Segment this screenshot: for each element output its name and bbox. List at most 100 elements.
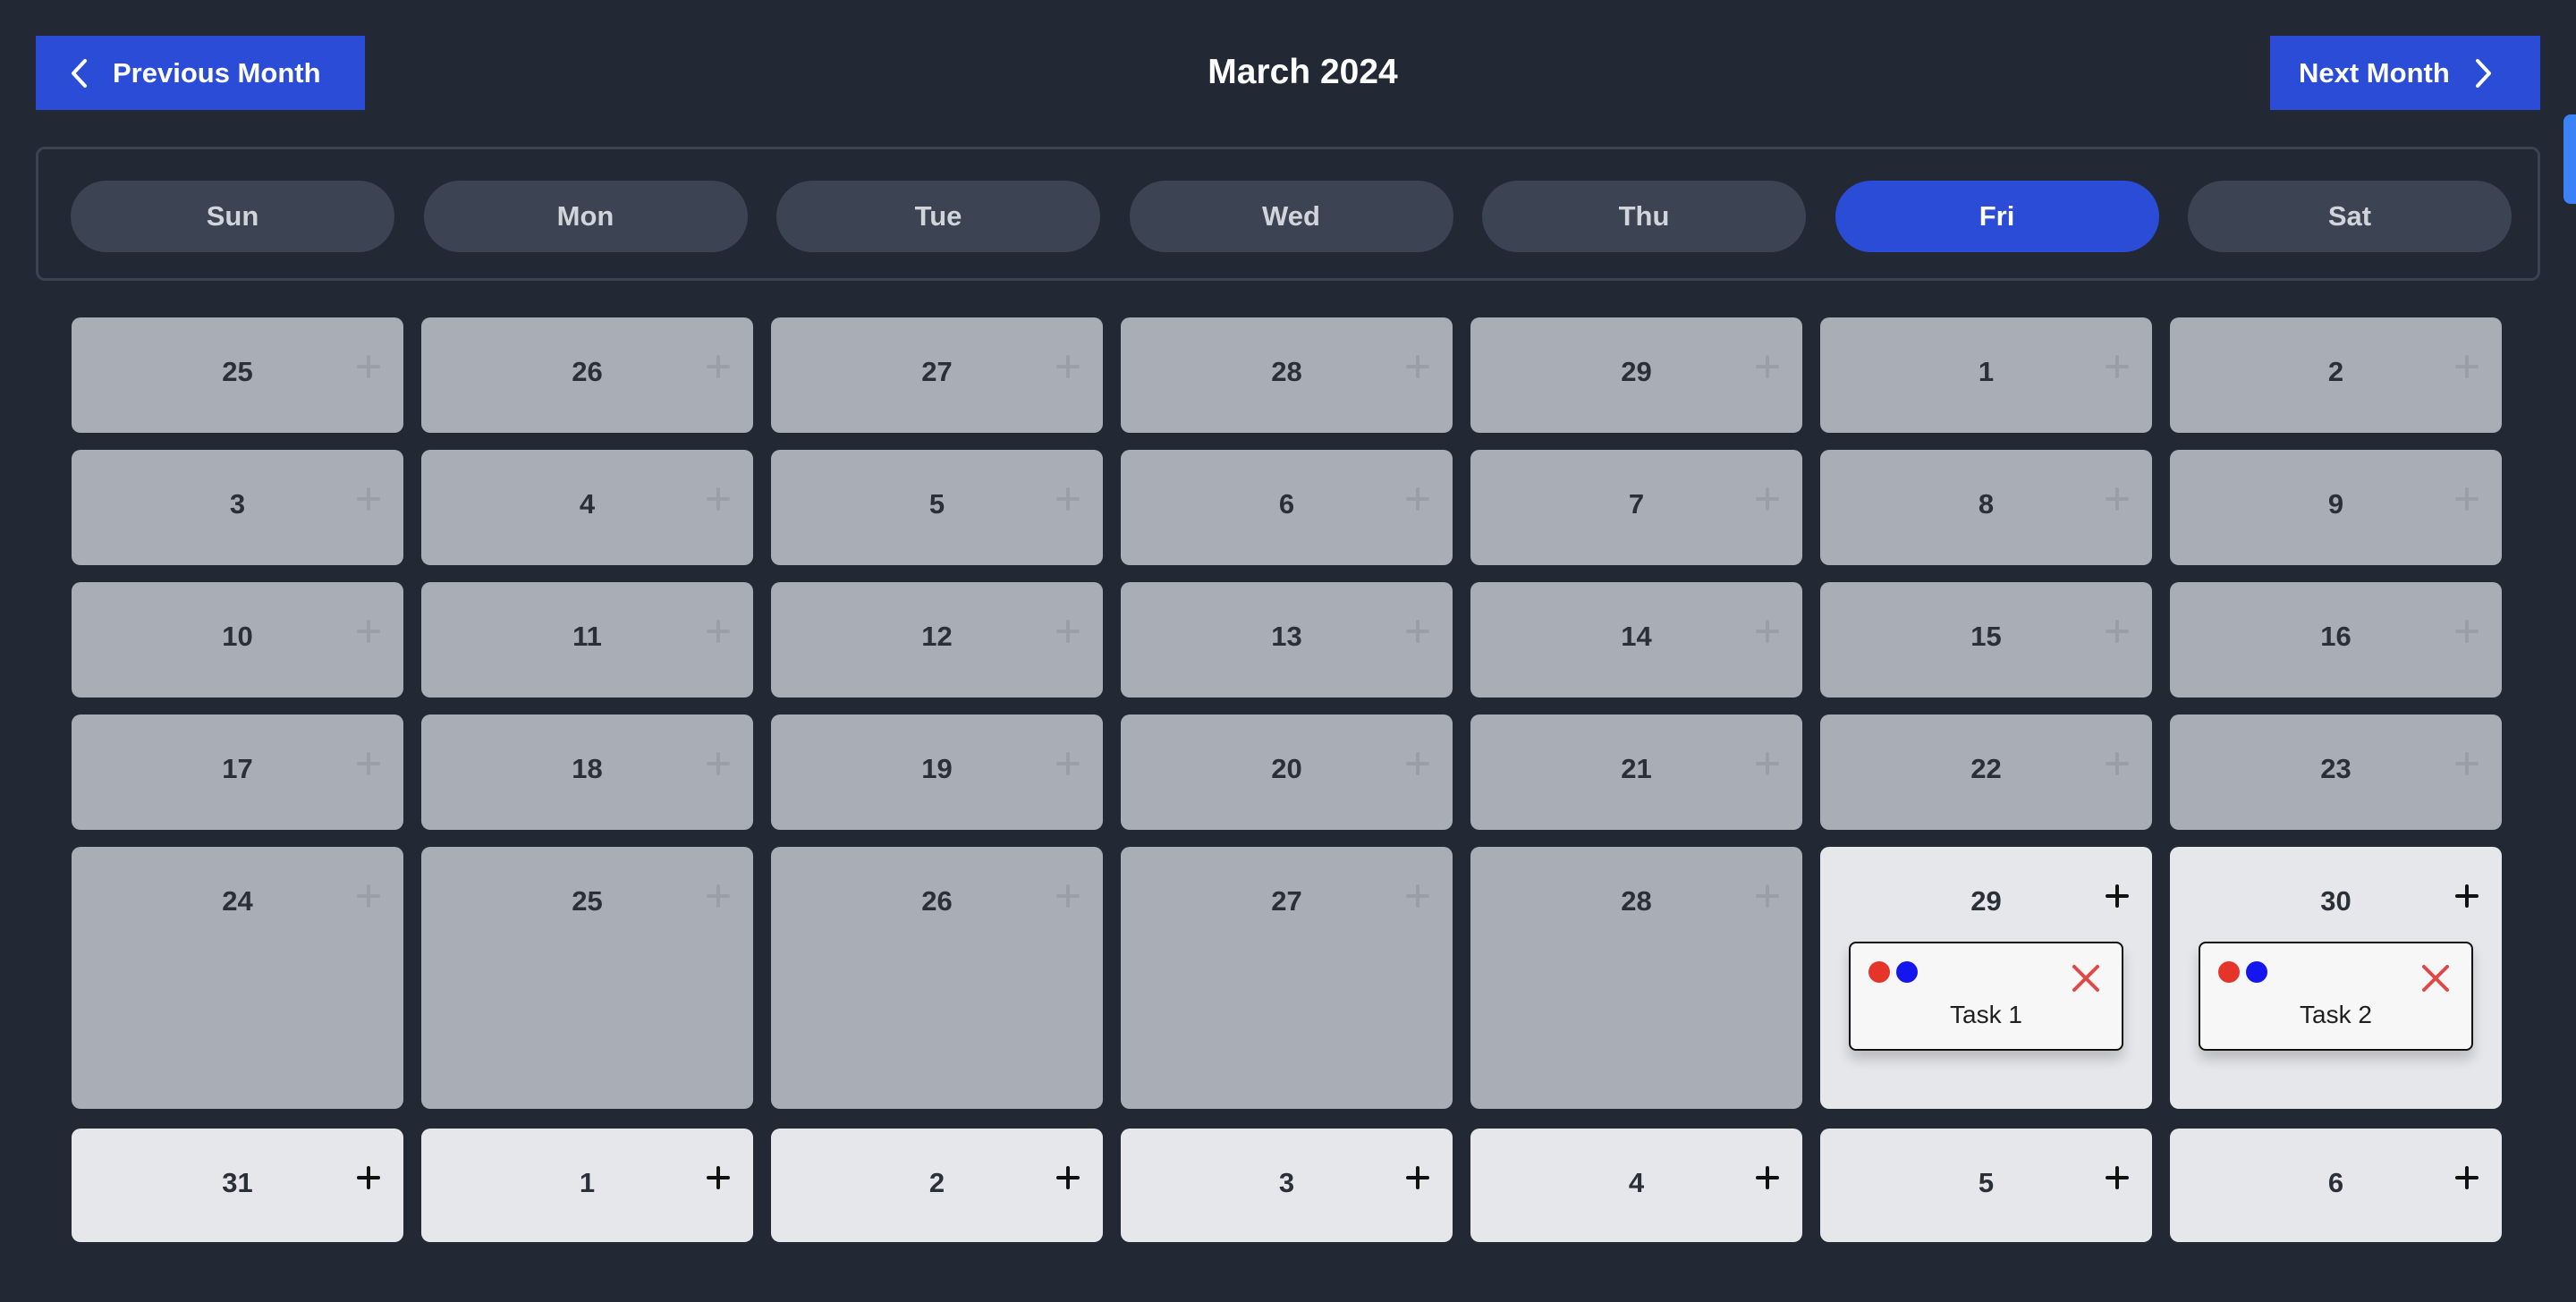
chevron-right-icon — [2475, 58, 2491, 88]
weekday-tue[interactable]: Tue — [776, 181, 1100, 252]
next-month-button[interactable]: Next Month — [2270, 36, 2540, 110]
day-cell[interactable]: 15 — [1820, 582, 2152, 698]
day-cell[interactable]: 25 — [72, 317, 403, 433]
add-task-plus-icon[interactable] — [1054, 485, 1082, 513]
red-dot-icon — [1868, 961, 1890, 983]
add-task-plus-icon[interactable] — [2103, 617, 2131, 646]
add-task-plus-icon[interactable] — [1753, 617, 1782, 646]
weekday-wed[interactable]: Wed — [1129, 181, 1453, 252]
day-cell[interactable]: 31 — [72, 1129, 403, 1242]
day-cell[interactable]: 29 Task 1 — [1820, 847, 2152, 1109]
day-cell[interactable]: 3 — [1121, 1129, 1453, 1242]
day-cell[interactable]: 26 — [771, 847, 1103, 1109]
add-task-plus-icon[interactable] — [1753, 882, 1782, 910]
add-task-plus-icon[interactable] — [354, 617, 383, 646]
add-task-plus-icon[interactable] — [1753, 485, 1782, 513]
add-task-plus-icon[interactable] — [1403, 352, 1432, 381]
task-card[interactable]: Task 2 — [2199, 942, 2473, 1051]
add-task-plus-icon[interactable] — [2453, 1163, 2481, 1192]
day-cell[interactable]: 2 — [2170, 317, 2502, 433]
weekday-sun[interactable]: Sun — [71, 181, 394, 252]
add-task-plus-icon[interactable] — [1403, 882, 1432, 910]
day-cell[interactable]: 23 — [2170, 714, 2502, 830]
add-task-plus-icon[interactable] — [1054, 749, 1082, 778]
add-task-plus-icon[interactable] — [1403, 1163, 1432, 1192]
add-task-plus-icon[interactable] — [2453, 749, 2481, 778]
add-task-plus-icon[interactable] — [354, 485, 383, 513]
add-task-plus-icon[interactable] — [704, 882, 733, 910]
day-cell[interactable]: 9 — [2170, 450, 2502, 565]
weekday-mon[interactable]: Mon — [423, 181, 748, 252]
day-cell[interactable]: 19 — [771, 714, 1103, 830]
add-task-plus-icon[interactable] — [354, 882, 383, 910]
day-cell[interactable]: 26 — [421, 317, 753, 433]
add-task-plus-icon[interactable] — [2453, 617, 2481, 646]
day-cell[interactable]: 4 — [421, 450, 753, 565]
day-cell[interactable]: 3 — [72, 450, 403, 565]
add-task-plus-icon[interactable] — [354, 1163, 383, 1192]
day-cell[interactable]: 20 — [1121, 714, 1453, 830]
day-cell[interactable]: 12 — [771, 582, 1103, 698]
add-task-plus-icon[interactable] — [1054, 352, 1082, 381]
day-cell[interactable]: 24 — [72, 847, 403, 1109]
day-cell[interactable]: 22 — [1820, 714, 2152, 830]
day-cell[interactable]: 29 — [1470, 317, 1802, 433]
day-cell[interactable]: 1 — [1820, 317, 2152, 433]
day-cell[interactable]: 2 — [771, 1129, 1103, 1242]
add-task-plus-icon[interactable] — [354, 749, 383, 778]
add-task-plus-icon[interactable] — [1753, 1163, 1782, 1192]
day-cell[interactable]: 13 — [1121, 582, 1453, 698]
close-icon[interactable] — [2420, 963, 2451, 993]
day-cell[interactable]: 17 — [72, 714, 403, 830]
day-cell[interactable]: 8 — [1820, 450, 2152, 565]
day-cell[interactable]: 27 — [1121, 847, 1453, 1109]
day-cell[interactable]: 14 — [1470, 582, 1802, 698]
add-task-plus-icon[interactable] — [1753, 352, 1782, 381]
add-task-plus-icon[interactable] — [704, 749, 733, 778]
add-task-plus-icon[interactable] — [2453, 882, 2481, 910]
add-task-plus-icon[interactable] — [1403, 485, 1432, 513]
scrollbar-thumb[interactable] — [2563, 114, 2576, 204]
day-cell[interactable]: 27 — [771, 317, 1103, 433]
day-cell[interactable]: 30 Task 2 — [2170, 847, 2502, 1109]
add-task-plus-icon[interactable] — [1753, 749, 1782, 778]
add-task-plus-icon[interactable] — [2453, 352, 2481, 381]
add-task-plus-icon[interactable] — [704, 1163, 733, 1192]
add-task-plus-icon[interactable] — [354, 352, 383, 381]
day-cell[interactable]: 28 — [1470, 847, 1802, 1109]
day-cell[interactable]: 11 — [421, 582, 753, 698]
add-task-plus-icon[interactable] — [1403, 617, 1432, 646]
day-cell[interactable]: 5 — [771, 450, 1103, 565]
day-cell[interactable]: 16 — [2170, 582, 2502, 698]
add-task-plus-icon[interactable] — [2453, 485, 2481, 513]
day-cell[interactable]: 18 — [421, 714, 753, 830]
day-cell[interactable]: 1 — [421, 1129, 753, 1242]
add-task-plus-icon[interactable] — [1403, 749, 1432, 778]
add-task-plus-icon[interactable] — [2103, 749, 2131, 778]
day-cell[interactable]: 28 — [1121, 317, 1453, 433]
day-cell[interactable]: 6 — [2170, 1129, 2502, 1242]
add-task-plus-icon[interactable] — [1054, 882, 1082, 910]
day-cell[interactable]: 6 — [1121, 450, 1453, 565]
add-task-plus-icon[interactable] — [704, 352, 733, 381]
task-card[interactable]: Task 1 — [1849, 942, 2123, 1051]
day-cell[interactable]: 7 — [1470, 450, 1802, 565]
add-task-plus-icon[interactable] — [704, 617, 733, 646]
add-task-plus-icon[interactable] — [1054, 1163, 1082, 1192]
weekday-thu[interactable]: Thu — [1482, 181, 1806, 252]
day-cell[interactable]: 10 — [72, 582, 403, 698]
day-cell[interactable]: 5 — [1820, 1129, 2152, 1242]
weekday-fri[interactable]: Fri — [1835, 181, 2159, 252]
close-icon[interactable] — [2071, 963, 2101, 993]
add-task-plus-icon[interactable] — [1054, 617, 1082, 646]
add-task-plus-icon[interactable] — [2103, 882, 2131, 910]
add-task-plus-icon[interactable] — [704, 485, 733, 513]
add-task-plus-icon[interactable] — [2103, 1163, 2131, 1192]
add-task-plus-icon[interactable] — [2103, 485, 2131, 513]
day-cell[interactable]: 4 — [1470, 1129, 1802, 1242]
day-cell[interactable]: 25 — [421, 847, 753, 1109]
weekday-sat[interactable]: Sat — [2188, 181, 2512, 252]
task-label: Task 1 — [1950, 1001, 2022, 1028]
day-cell[interactable]: 21 — [1470, 714, 1802, 830]
add-task-plus-icon[interactable] — [2103, 352, 2131, 381]
